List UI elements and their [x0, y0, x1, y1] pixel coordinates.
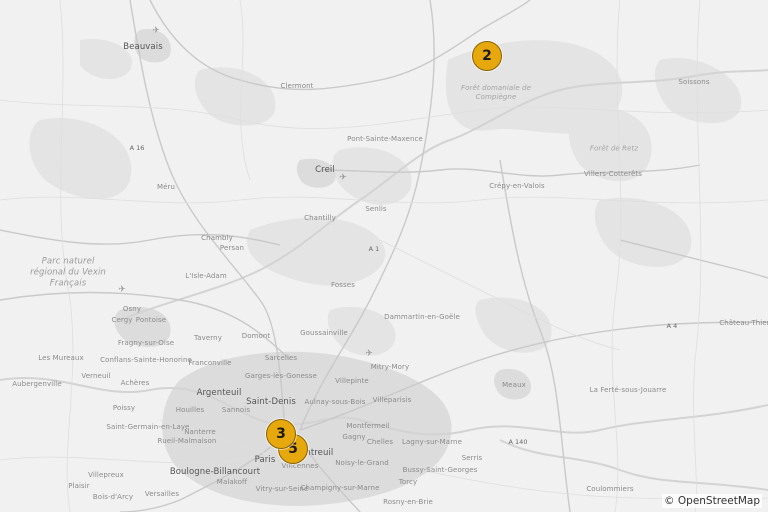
place-label: Achères [120, 379, 150, 387]
place-label: Les Mureaux [38, 354, 84, 362]
place-label: Cergy [111, 316, 133, 324]
place-label: Vitry-sur-Seine [255, 485, 309, 493]
place-label: Crépy-en-Valois [489, 182, 545, 190]
place-label: Plaisir [68, 482, 90, 490]
place-label: Château-Thierry [719, 319, 768, 327]
road-label: A 4 [666, 322, 678, 330]
airport-icon: ✈ [118, 285, 126, 295]
place-label: Sarcelles [264, 354, 298, 362]
place-label: L'Isle-Adam [185, 272, 227, 280]
place-label: Senlis [365, 205, 387, 213]
map-base-layer [0, 0, 768, 512]
road-label: A 16 [129, 144, 145, 152]
place-label: Villers-Cotterêts [584, 170, 642, 178]
cluster-marker[interactable]: 2 [472, 41, 502, 71]
place-label: Malakoff [216, 478, 248, 486]
place-label: Dammartin-en-Goële [384, 313, 460, 321]
place-label: Torcy [398, 478, 418, 486]
place-label: Chambly [201, 234, 233, 242]
place-label: Bussy-Saint-Georges [402, 466, 478, 474]
forest-label: Forêt de Retz [589, 144, 639, 153]
place-label: Rueil-Malmaison [157, 437, 217, 445]
place-label: Coulommiers [586, 485, 634, 493]
map-canvas[interactable]: Parc naturel régional du Vexin Français … [0, 0, 768, 512]
place-label: Noisy-le-Grand [335, 459, 389, 467]
place-label: Fosses [331, 281, 355, 289]
place-label: Chelles [366, 438, 394, 446]
place-label: Garges-lès-Gonesse [245, 372, 317, 380]
attribution[interactable]: © OpenStreetMap [662, 494, 762, 508]
place-label: Aubergenville [12, 380, 62, 388]
cluster-marker[interactable]: 3 [266, 419, 296, 449]
place-label: Rosny-en-Brie [383, 498, 433, 506]
forest-label: Forêt domaniale de Compiègne [461, 84, 531, 101]
place-label: Soissons [678, 78, 710, 86]
place-label: Persan [219, 244, 245, 252]
place-label: Serris [461, 454, 483, 462]
place-label: Meaux [502, 381, 526, 389]
place-label: Vincennes [281, 462, 319, 470]
region-label: Parc naturel régional du Vexin Français [30, 256, 106, 289]
place-label: Sannois [221, 406, 251, 414]
place-label: Fragny-sur-Oise [117, 339, 175, 347]
place-label: Verneuil [81, 372, 111, 380]
place-label: Chantilly [304, 214, 336, 222]
place-label: Montfermeil [346, 422, 390, 430]
city-label: Saint-Denis [246, 397, 296, 407]
place-label: Boulogne-Billancourt [169, 467, 261, 477]
place-label: Clermont [280, 82, 314, 90]
place-label: Villepinte [335, 377, 369, 385]
place-label: Villeparisis [372, 396, 412, 404]
place-label: Mitry-Mory [370, 363, 410, 371]
place-label: Taverny [194, 334, 222, 342]
city-label: Paris [254, 455, 276, 465]
place-label: Villepreux [88, 471, 124, 479]
road-label: A 1 [368, 245, 380, 253]
place-label: Saint-Germain-en-Laye [106, 423, 190, 431]
city-label: Beauvais [123, 42, 163, 52]
place-label: Lagny-sur-Marne [402, 438, 462, 446]
place-label: La Ferté-sous-Jouarre [589, 386, 667, 394]
place-label: Aulnay-sous-Bois [304, 398, 366, 406]
place-label: Pontoise [135, 316, 167, 324]
place-label: Poissy [112, 404, 136, 412]
airport-icon: ✈ [365, 349, 373, 359]
place-label: Pont-Sainte-Maxence [347, 135, 423, 143]
place-label: Gagny [342, 433, 366, 441]
place-label: Conflans-Sainte-Honorine [100, 356, 192, 364]
city-label: Creil [315, 165, 335, 175]
place-label: Goussainville [300, 329, 348, 337]
city-label: Argenteuil [196, 388, 242, 398]
place-label: Bois-d'Arcy [92, 493, 134, 501]
place-label: Champigny-sur-Marne [300, 484, 380, 492]
place-label: Versailles [144, 490, 180, 498]
place-label: Domont [241, 332, 271, 340]
airport-icon: ✈ [152, 26, 160, 36]
place-label: Osny [122, 305, 142, 313]
airport-icon: ✈ [339, 173, 347, 183]
road-label: A 140 [508, 438, 528, 446]
place-label: Méru [156, 183, 176, 191]
place-label: Franconville [188, 359, 232, 367]
place-label: Houilles [175, 406, 205, 414]
